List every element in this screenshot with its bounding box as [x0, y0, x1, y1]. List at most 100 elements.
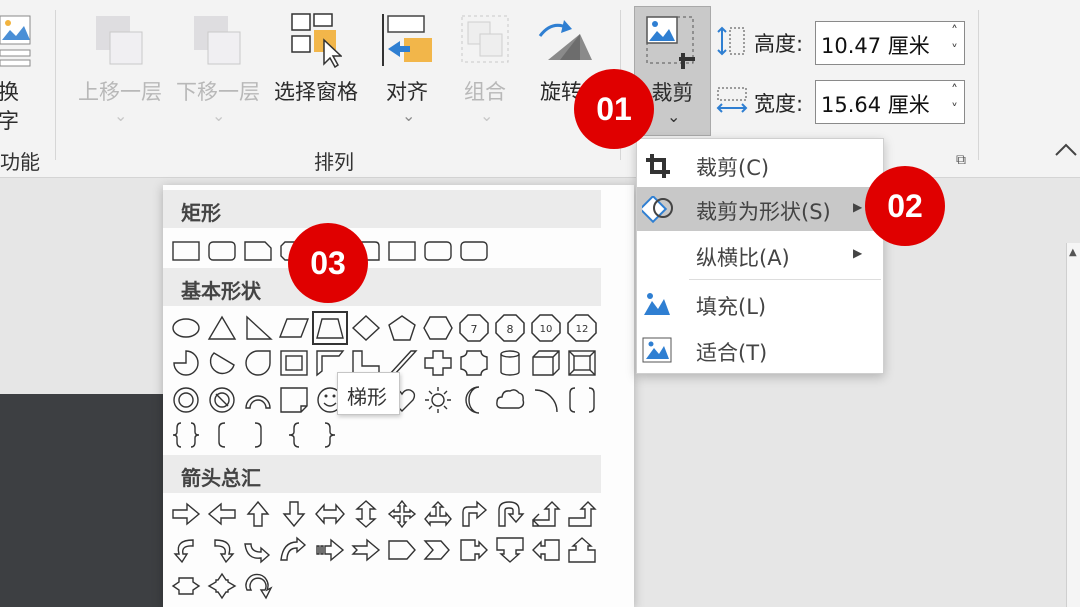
shape-rrect-icon[interactable]: [205, 235, 239, 267]
shape-trap-icon[interactable]: [312, 311, 348, 345]
shape-chord-icon[interactable]: [205, 347, 239, 379]
vertical-scrollbar[interactable]: ▲: [1066, 243, 1080, 607]
send-backward-button[interactable]: 下移一层 ⌄: [170, 0, 266, 140]
shape-rrect-icon[interactable]: [421, 235, 455, 267]
shape-bevel-icon[interactable]: [565, 347, 599, 379]
shape-rtri-icon[interactable]: [241, 312, 275, 344]
collapse-ribbon-icon[interactable]: [1054, 142, 1078, 161]
octagon-8-icon[interactable]: 8: [493, 312, 527, 344]
shape-a-bent-up-icon[interactable]: [565, 498, 599, 530]
shape-callout-l-r-icon[interactable]: [169, 570, 203, 602]
shape-a-l-icon[interactable]: [205, 498, 239, 530]
shape-a-l-r-u-icon[interactable]: [421, 498, 455, 530]
height-value: 10.47 厘米: [821, 34, 930, 58]
shape-lbrace-icon[interactable]: [277, 419, 311, 451]
width-input[interactable]: 15.64 厘米 ˄ ˅: [815, 80, 965, 124]
height-input[interactable]: 10.47 厘米 ˄ ˅: [815, 21, 965, 65]
shape-rbracket-icon[interactable]: [241, 419, 275, 451]
shape-moon-icon[interactable]: [457, 384, 491, 416]
octagon-10-label: 10: [540, 324, 553, 335]
shape-foldcorner-icon[interactable]: [277, 384, 311, 416]
shape-circ-arrow-icon[interactable]: [241, 570, 275, 602]
shape-callout-d-icon[interactable]: [493, 534, 527, 566]
selection-pane-button[interactable]: 选择窗格: [268, 0, 364, 110]
shape-a-bent-icon[interactable]: [457, 498, 491, 530]
arrange-group-label: 排列: [314, 150, 354, 174]
tooltip-text: 梯形: [347, 385, 387, 409]
rectangles-section-header: 矩形: [163, 190, 601, 228]
octagon-7-icon[interactable]: 7: [457, 312, 491, 344]
menu-item-fill[interactable]: 填充(L): [637, 282, 883, 326]
shape-callout-u-icon[interactable]: [565, 534, 599, 566]
menu-item-label: 填充(L): [696, 295, 767, 319]
menu-item-label: 裁剪(C): [696, 156, 770, 180]
shape-no-symbol-icon[interactable]: [205, 384, 239, 416]
octagon-12-label: 12: [576, 324, 589, 335]
octagon-12-icon[interactable]: 12: [565, 312, 599, 344]
shape-frame-icon[interactable]: [277, 347, 311, 379]
shape-donut-icon[interactable]: [169, 384, 203, 416]
partial-convert-button[interactable]: 换 字: [0, 0, 40, 140]
shape-teardrop-icon[interactable]: [241, 347, 275, 379]
shape-a-notched-icon[interactable]: [349, 534, 383, 566]
shape-hexagon-icon[interactable]: [421, 312, 455, 344]
shape-a-striped-icon[interactable]: [313, 534, 347, 566]
shape-snip1-icon[interactable]: [241, 235, 275, 267]
shape-a-curve-r-icon[interactable]: [205, 534, 239, 566]
shape-a-l-r-icon[interactable]: [313, 498, 347, 530]
shape-a-curve-l-icon[interactable]: [169, 534, 203, 566]
shape-sun-icon[interactable]: [421, 384, 455, 416]
shape-rrect-icon[interactable]: [457, 235, 491, 267]
height-spinner[interactable]: ˄ ˅: [951, 23, 958, 61]
shape-dbracket-icon[interactable]: [565, 384, 599, 416]
shape-callout-r-icon[interactable]: [457, 534, 491, 566]
shape-callout-l-icon[interactable]: [529, 534, 563, 566]
width-value: 15.64 厘米: [821, 93, 930, 117]
shape-pie-icon[interactable]: [169, 347, 203, 379]
chevron-down-icon: ⌄: [402, 106, 416, 125]
width-spinner[interactable]: ˄ ˅: [951, 82, 958, 120]
shape-arc-icon[interactable]: [241, 384, 275, 416]
shape-rbrace-icon[interactable]: [313, 419, 347, 451]
shape-rect-icon[interactable]: [385, 235, 419, 267]
size-dialog-launcher-icon[interactable]: ⧉: [956, 152, 966, 168]
shape-a-l-up-icon[interactable]: [529, 498, 563, 530]
shape-arcline-icon[interactable]: [529, 384, 563, 416]
shape-plus-icon[interactable]: [421, 347, 455, 379]
shape-chevron-icon[interactable]: [421, 534, 455, 566]
shape-ellipse-icon[interactable]: [169, 312, 203, 344]
shape-cube-icon[interactable]: [529, 347, 563, 379]
chevron-down-icon: ⌄: [667, 107, 681, 126]
shape-callout-quad-icon[interactable]: [205, 570, 239, 602]
shape-para-icon[interactable]: [277, 312, 311, 344]
shape-a-quad-icon[interactable]: [385, 498, 419, 530]
menu-item-aspect-ratio[interactable]: 纵横比(A) ▶: [637, 233, 883, 277]
octagon-10-icon[interactable]: 10: [529, 312, 563, 344]
menu-item-fit[interactable]: 适合(T): [637, 328, 883, 372]
shape-a-d-icon[interactable]: [277, 498, 311, 530]
shape-triangle-icon[interactable]: [205, 312, 239, 344]
submenu-arrow-icon: ▶: [853, 246, 863, 260]
shape-a-curve-u-icon[interactable]: [241, 534, 275, 566]
align-button[interactable]: 对齐 ⌄: [372, 0, 442, 140]
bring-forward-button[interactable]: 上移一层 ⌄: [72, 0, 168, 140]
shape-pentagon-icon[interactable]: [385, 312, 419, 344]
shape-a-u-d-icon[interactable]: [349, 498, 383, 530]
scroll-up-icon[interactable]: ▲: [1069, 247, 1077, 258]
group-button[interactable]: 组合 ⌄: [452, 0, 518, 140]
shape-cloud-icon[interactable]: [493, 384, 527, 416]
shape-can-icon[interactable]: [493, 347, 527, 379]
shape-lbracket-icon[interactable]: [205, 419, 239, 451]
menu-item-crop[interactable]: 裁剪(C): [637, 143, 883, 187]
partial-label-2: 字: [0, 109, 19, 133]
shape-plaque-icon[interactable]: [457, 347, 491, 379]
shape-rect-icon[interactable]: [169, 235, 203, 267]
shape-a-r-icon[interactable]: [169, 498, 203, 530]
shape-pent-arrow-icon[interactable]: [385, 534, 419, 566]
shape-a-uturn-icon[interactable]: [493, 498, 527, 530]
shape-a-curve-d-icon[interactable]: [277, 534, 311, 566]
shape-a-u-icon[interactable]: [241, 498, 275, 530]
menu-item-crop-to-shape[interactable]: 裁剪为形状(S) ▶: [637, 187, 883, 231]
shape-diamond-icon[interactable]: [349, 312, 383, 344]
shape-dbrace-icon[interactable]: [169, 419, 203, 451]
